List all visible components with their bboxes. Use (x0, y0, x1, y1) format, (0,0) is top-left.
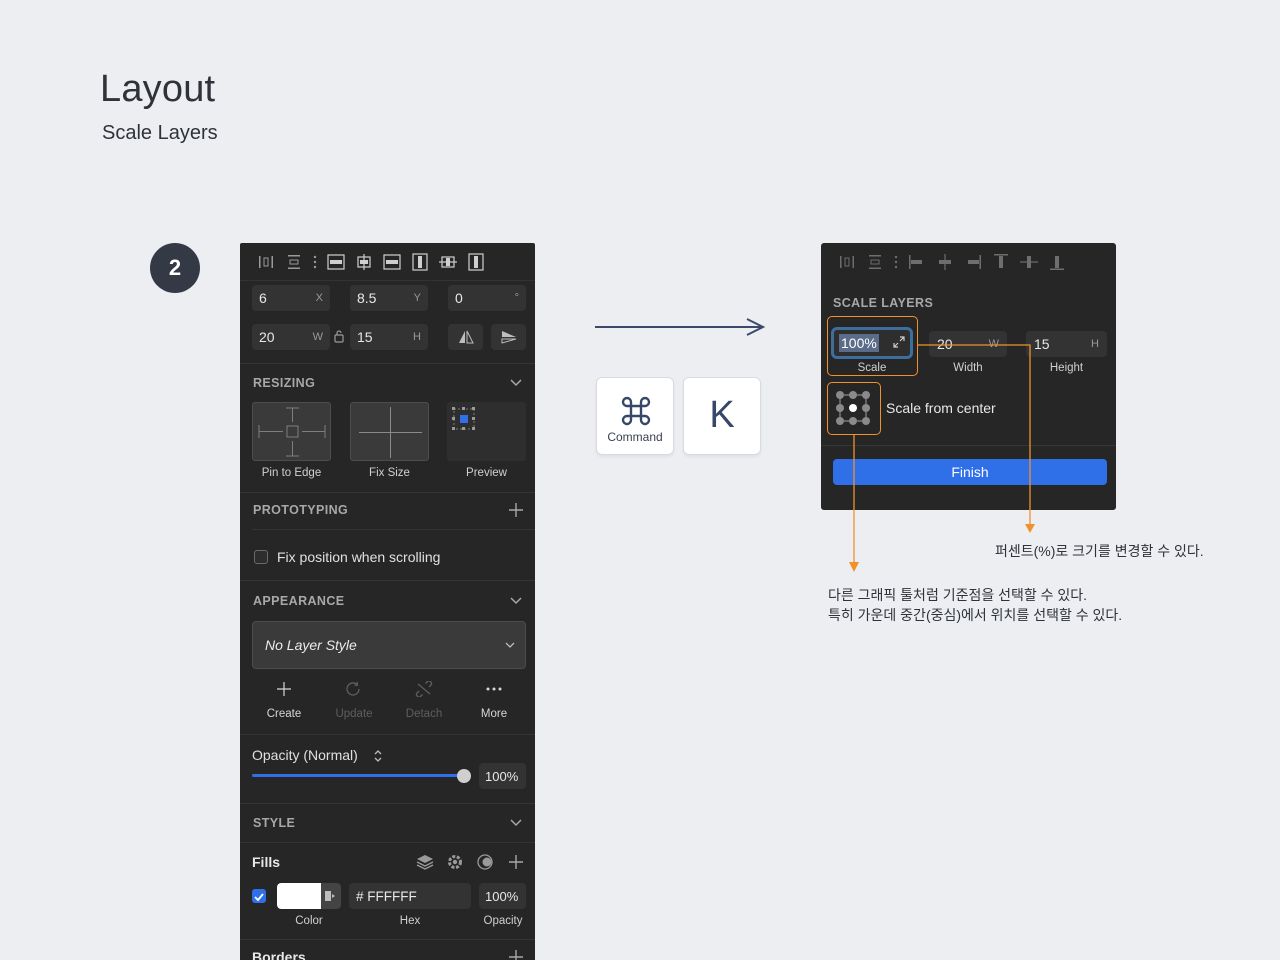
callout-lines (849, 344, 1035, 572)
anchor-note-line1: 다른 그래픽 툴처럼 기준점을 선택할 수 있다. (828, 587, 1088, 603)
percent-note: 퍼센트(%)로 크기를 변경할 수 있다. (995, 543, 1204, 559)
anchor-note-line2: 특히 가운데 중간(중심)에서 위치를 선택할 수 있다. (828, 607, 1123, 623)
